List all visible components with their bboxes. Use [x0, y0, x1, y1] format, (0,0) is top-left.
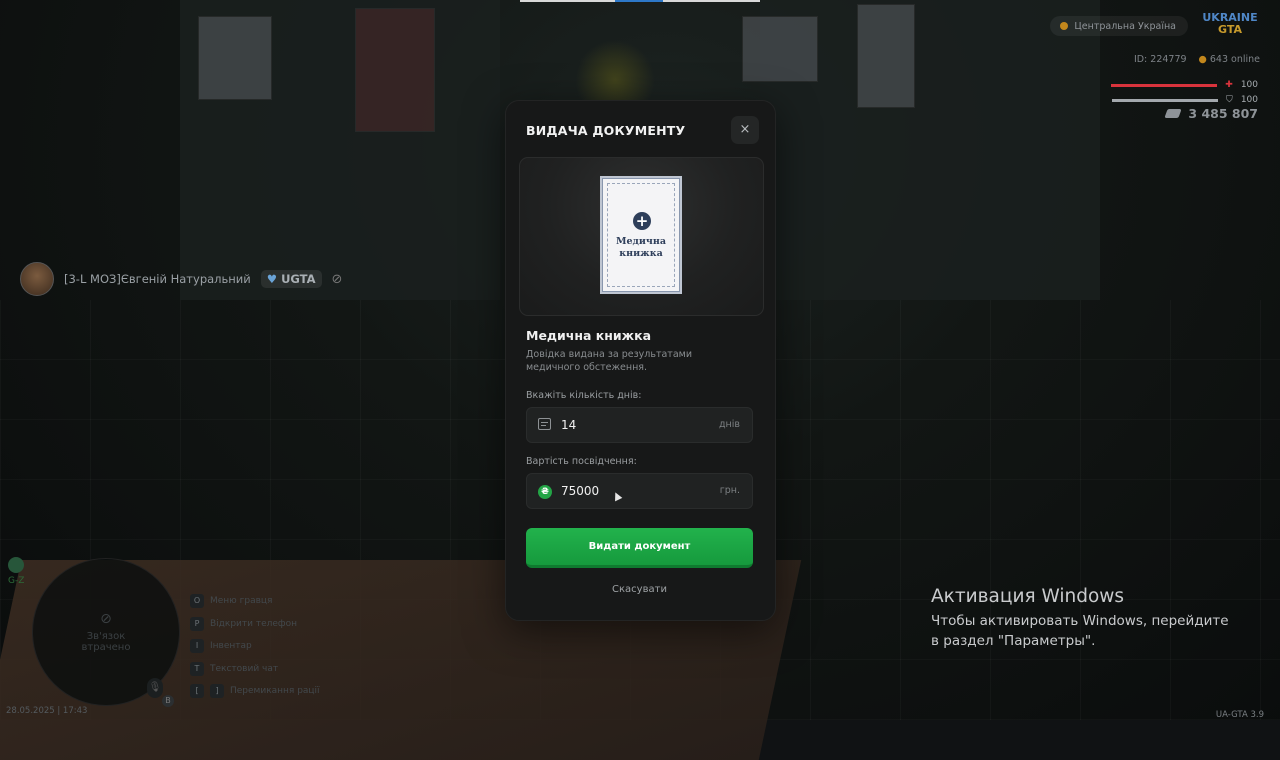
region-name: Центральна Україна: [1074, 20, 1176, 32]
key-cap: T: [190, 661, 204, 676]
hint-label: Текстовий чат: [210, 663, 279, 674]
muted-mic-icon: ⊘: [331, 271, 343, 287]
key-cap: [: [190, 684, 204, 699]
zone-icon: [8, 557, 24, 573]
document-preview: + Медична книжка: [519, 157, 764, 316]
price-input[interactable]: ₴ 75000 грн.: [526, 473, 753, 509]
region-indicator: Центральна Україна: [1050, 16, 1188, 36]
online-count: 643 online: [1199, 54, 1260, 65]
price-unit: грн.: [719, 485, 740, 496]
player-nametag: [3-L МОЗ]Євгеній Натуральний ♥ UGTA ⊘: [20, 262, 342, 296]
card-title: Медична книжка: [615, 236, 666, 259]
hint-text-chat: T Текстовий чат: [190, 658, 320, 681]
player-name: [3-L МОЗ]Євгеній Натуральний: [64, 272, 251, 286]
days-value: 14: [561, 418, 577, 432]
region-icon: [1060, 22, 1069, 30]
price-label: Вартість посвідчення:: [526, 456, 637, 467]
shield-icon: ⛉: [1226, 95, 1233, 105]
logo-line-2: GTA: [1218, 23, 1242, 36]
hint-label: Меню гравця: [210, 596, 273, 607]
game-version: UA-GTA 3.9: [1215, 710, 1264, 720]
microphone-icon: 🎙: [147, 678, 163, 698]
activation-text: Чтобы активировать Windows, перейдите в …: [931, 613, 1229, 649]
cancel-button[interactable]: Скасувати: [526, 584, 753, 595]
hint-player-menu: O Меню гравця: [190, 590, 320, 613]
hryvnia-coin-icon: ₴: [538, 485, 552, 499]
armor-value: 100: [1240, 95, 1258, 105]
armor-bar: [1112, 98, 1219, 102]
document-card: + Медична книжка: [600, 176, 682, 294]
zone-label: G-Z: [8, 576, 25, 586]
days-label: Вкажіть кількість днів:: [526, 390, 642, 401]
document-name: Медична книжка: [526, 328, 652, 343]
avatar: [20, 262, 54, 296]
hud-stats: ID: 224779 643 online: [1134, 54, 1260, 65]
issue-document-button[interactable]: Видати документ: [526, 528, 753, 568]
hint-label: Інвентар: [210, 641, 252, 652]
dialog-title: ВИДАЧА ДОКУМЕНТУ: [526, 123, 686, 138]
hint-inventory: I Інвентар: [190, 635, 320, 658]
no-signal-line-2: втрачено: [81, 642, 131, 653]
mic-key: B: [162, 695, 174, 707]
health-icon: ✚: [1225, 80, 1233, 90]
server-logo: UKRAINE GTA: [1202, 12, 1258, 38]
calendar-icon: [538, 418, 551, 430]
wall-poster: [198, 16, 272, 100]
hint-phone: P Відкрити телефон: [190, 613, 320, 636]
player-id: ID: 224779: [1133, 54, 1187, 65]
zone-indicator: G-Z: [8, 557, 24, 586]
no-signal-icon: ⊘: [100, 611, 112, 627]
health-row: ✚ 100: [1111, 80, 1258, 90]
health-bar: [1111, 83, 1218, 87]
armor-row: ⛉ 100: [1112, 95, 1258, 105]
days-input[interactable]: 14 днів: [526, 407, 753, 443]
money-icon: [1164, 109, 1183, 118]
no-signal-line-1: Зв'язок: [86, 631, 126, 642]
money-display: 3 485 807: [1164, 106, 1258, 121]
key-cap: O: [190, 594, 204, 609]
issue-document-dialog: ВИДАЧА ДОКУМЕНТУ × + Медична книжка Меди…: [505, 100, 776, 621]
activation-title: Активация Windows: [931, 586, 1125, 607]
key-cap: I: [190, 639, 204, 654]
price-value: 75000: [561, 484, 600, 498]
key-cap: ]: [210, 684, 224, 699]
hint-label: Відкрити телефон: [210, 618, 298, 629]
money-value: 3 485 807: [1188, 106, 1258, 121]
days-unit: днів: [718, 419, 740, 430]
medical-cross-icon: +: [633, 212, 651, 230]
windows-activation-watermark: Активация Windows Чтобы активировать Win…: [931, 586, 1236, 651]
document-description: Довідка видана за результатами медичного…: [526, 349, 692, 373]
date-time: 28.05.2025 | 17:43: [6, 706, 88, 716]
close-button[interactable]: ×: [731, 116, 759, 144]
heart-icon: ♥: [266, 272, 278, 286]
wall-poster: [742, 16, 818, 82]
keyboard-hints: O Меню гравця P Відкрити телефон I Інвен…: [190, 590, 320, 703]
wall-poster: [857, 4, 915, 108]
hint-label: Перемикання рації: [230, 686, 320, 697]
health-value: 100: [1240, 80, 1258, 90]
org-name: UGTA: [281, 272, 316, 286]
org-badge: ♥ UGTA: [260, 270, 322, 288]
hint-radio: [ ] Перемикання рації: [190, 680, 320, 703]
top-loading-bar: [520, 0, 760, 2]
key-cap: P: [190, 616, 204, 631]
wall-poster: [355, 8, 435, 132]
card-frame: [607, 183, 675, 287]
